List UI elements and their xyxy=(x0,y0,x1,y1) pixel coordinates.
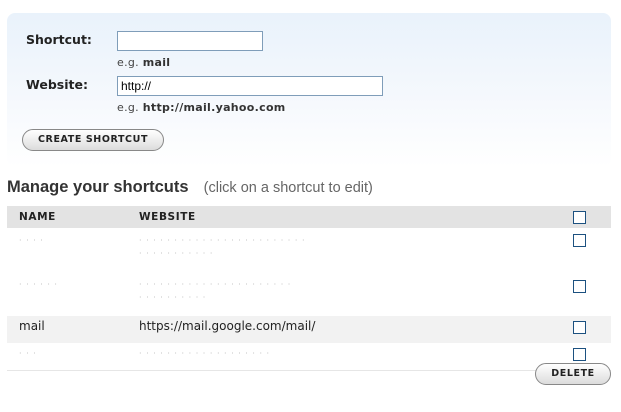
row-website-cell: · · · · · · · · · · · · · · · · · · · · … xyxy=(139,228,571,272)
website-hint-example: http://mail.yahoo.com xyxy=(142,101,286,114)
manage-heading: Manage your shortcuts (click on a shortc… xyxy=(7,177,373,197)
website-label: Website: xyxy=(26,77,88,92)
row-name-cell: · · · · · · xyxy=(7,272,139,316)
website-hint: e.g. http://mail.yahoo.com xyxy=(117,101,286,114)
shortcut-hint-example: mail xyxy=(142,56,171,69)
shortcut-input[interactable] xyxy=(117,31,263,51)
row-name-cell: mail xyxy=(7,316,139,343)
column-header-website: WEBSITE xyxy=(139,206,571,228)
row-checkbox-cell xyxy=(571,228,611,272)
shortcuts-table: NAME WEBSITE · · · · · · · · · · · · · ·… xyxy=(7,206,611,371)
row-checkbox-cell xyxy=(571,272,611,316)
website-hint-prefix: e.g. xyxy=(117,101,139,114)
manage-subtitle: (click on a shortcut to edit) xyxy=(203,180,373,196)
row-website-cell: · · · · · · · · · · · · · · · · · · · xyxy=(139,343,571,371)
row-checkbox[interactable] xyxy=(573,348,586,361)
table-row[interactable]: · · · · · · · · · · · · · · · · · · · · … xyxy=(7,343,611,371)
manage-title: Manage your shortcuts xyxy=(7,178,189,196)
row-website-cell: https://mail.google.com/mail/ xyxy=(139,316,571,343)
shortcut-hint-prefix: e.g. xyxy=(117,56,139,69)
create-shortcut-button[interactable]: CREATE SHORTCUT xyxy=(22,129,164,151)
table-header-row: NAME WEBSITE xyxy=(7,206,611,228)
shortcut-label: Shortcut: xyxy=(26,32,92,47)
row-checkbox[interactable] xyxy=(573,280,586,293)
delete-button[interactable]: DELETE xyxy=(535,363,611,385)
select-all-checkbox[interactable] xyxy=(573,210,586,224)
row-name-cell: · · · xyxy=(7,343,139,371)
table-row[interactable]: · · · · · · · · · · · · · · · · · · · · … xyxy=(7,272,611,316)
row-name-cell: · · · · xyxy=(7,228,139,272)
select-all-cell xyxy=(571,206,611,228)
row-checkbox[interactable] xyxy=(573,234,586,247)
table-row[interactable]: mail https://mail.google.com/mail/ xyxy=(7,316,611,343)
shortcut-hint: e.g. mail xyxy=(117,56,170,69)
website-input[interactable] xyxy=(117,76,383,96)
row-checkbox-cell xyxy=(571,316,611,343)
table-row[interactable]: · · · · · · · · · · · · · · · · · · · · … xyxy=(7,228,611,272)
row-website-cell: · · · · · · · · · · · · · · · · · · · · … xyxy=(139,272,571,316)
row-checkbox[interactable] xyxy=(573,321,586,334)
column-header-name: NAME xyxy=(7,206,139,228)
